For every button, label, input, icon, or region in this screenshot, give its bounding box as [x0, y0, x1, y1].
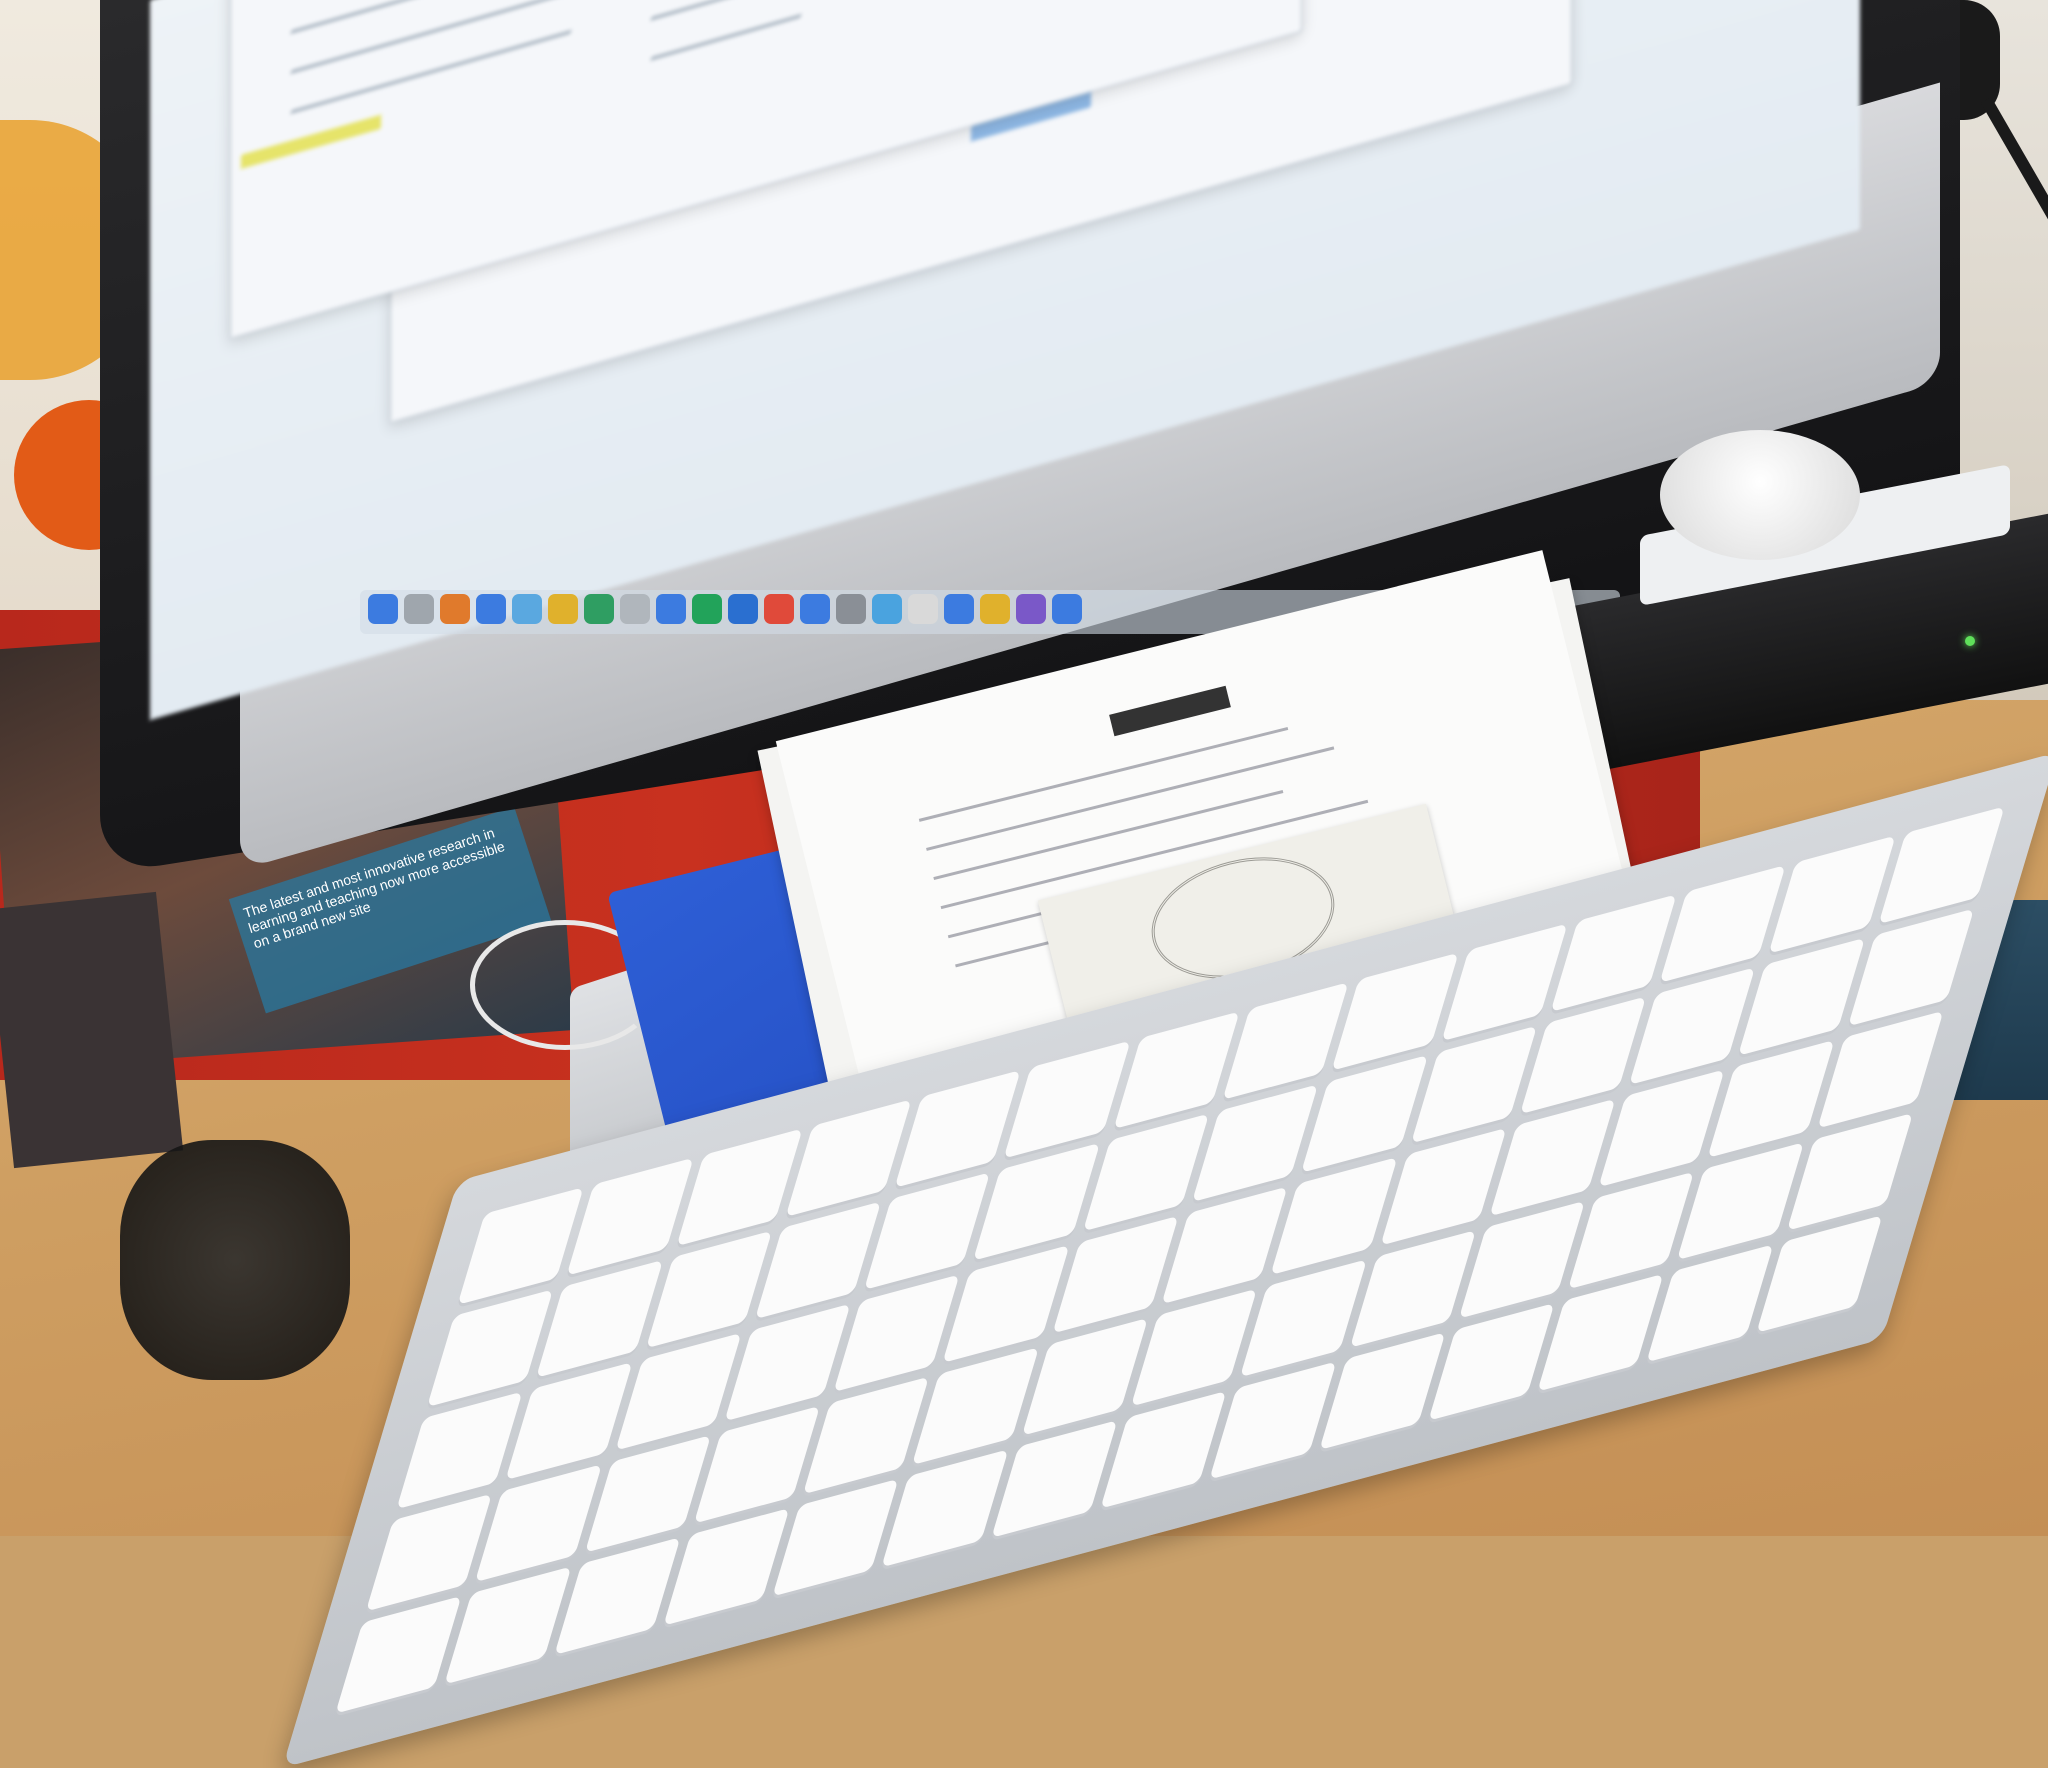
app-icon[interactable]	[728, 594, 758, 624]
app-icon[interactable]	[692, 594, 722, 624]
app-icon[interactable]	[836, 594, 866, 624]
keyboard-key	[1318, 1332, 1446, 1451]
list-row	[291, 0, 611, 74]
app-icon[interactable]	[872, 594, 902, 624]
app-icon[interactable]	[1016, 594, 1046, 624]
keyboard-key	[335, 1595, 462, 1714]
keyboard-key	[1209, 1361, 1337, 1480]
app-icon[interactable]	[620, 594, 650, 624]
status-led	[1965, 636, 1975, 646]
list-row	[651, 0, 831, 21]
keyboard-key	[990, 1420, 1118, 1538]
app-icon[interactable]	[548, 594, 578, 624]
app-icon[interactable]	[584, 594, 614, 624]
app-icon[interactable]	[476, 594, 506, 624]
keyboard-key	[1537, 1273, 1664, 1392]
keyboard-key	[1428, 1302, 1555, 1421]
mouse	[1660, 430, 1860, 560]
app-icon[interactable]	[980, 594, 1010, 624]
keyboard-key	[663, 1507, 790, 1626]
app-icon[interactable]	[800, 594, 830, 624]
app-icon[interactable]	[656, 594, 686, 624]
dark-leaflet	[0, 891, 184, 1169]
keyboard-key	[1786, 1112, 1914, 1231]
desk-clip	[120, 1140, 350, 1380]
app-icon[interactable]	[404, 594, 434, 624]
keyboard-key	[881, 1449, 1009, 1568]
app-icon[interactable]	[908, 594, 938, 624]
apple-logo-icon	[1095, 552, 1129, 592]
app-icon[interactable]	[440, 594, 470, 624]
keyboard-key	[553, 1537, 681, 1656]
app-icon[interactable]	[512, 594, 542, 624]
keyboard-key	[1755, 1215, 1883, 1333]
text-line	[926, 746, 1335, 851]
keyboard-key	[1878, 806, 2005, 925]
keyboard-key	[1646, 1244, 1774, 1363]
app-icon[interactable]	[764, 594, 794, 624]
keyboard-key	[772, 1478, 899, 1597]
app-icon[interactable]	[1052, 594, 1082, 624]
list-row	[651, 14, 801, 61]
highlighted-row	[241, 114, 381, 169]
app-icon[interactable]	[368, 594, 398, 624]
keyboard-key	[1817, 1010, 1944, 1129]
keyboard-key	[1100, 1390, 1227, 1509]
keyboard-key	[1847, 908, 1975, 1027]
keyboard-key	[444, 1566, 572, 1685]
list-row	[291, 30, 571, 114]
app-icon[interactable]	[944, 594, 974, 624]
